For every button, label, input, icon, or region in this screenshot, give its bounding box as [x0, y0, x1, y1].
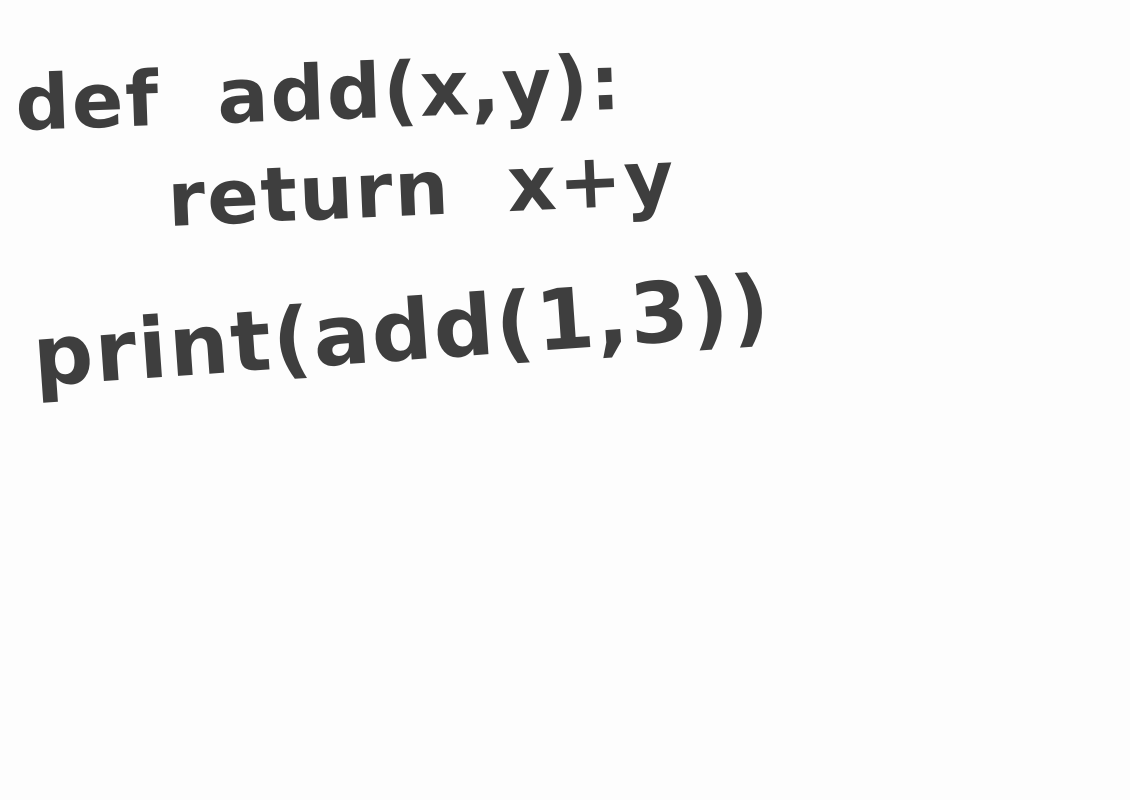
code-line-function-definition: def add(x,y):: [13, 37, 624, 148]
code-line-print-call: print(add(1,3)): [29, 256, 775, 406]
code-line-return-statement: return x+y: [165, 132, 678, 244]
handwritten-code-page: def add(x,y): return x+y print(add(1,3)): [0, 0, 1130, 800]
